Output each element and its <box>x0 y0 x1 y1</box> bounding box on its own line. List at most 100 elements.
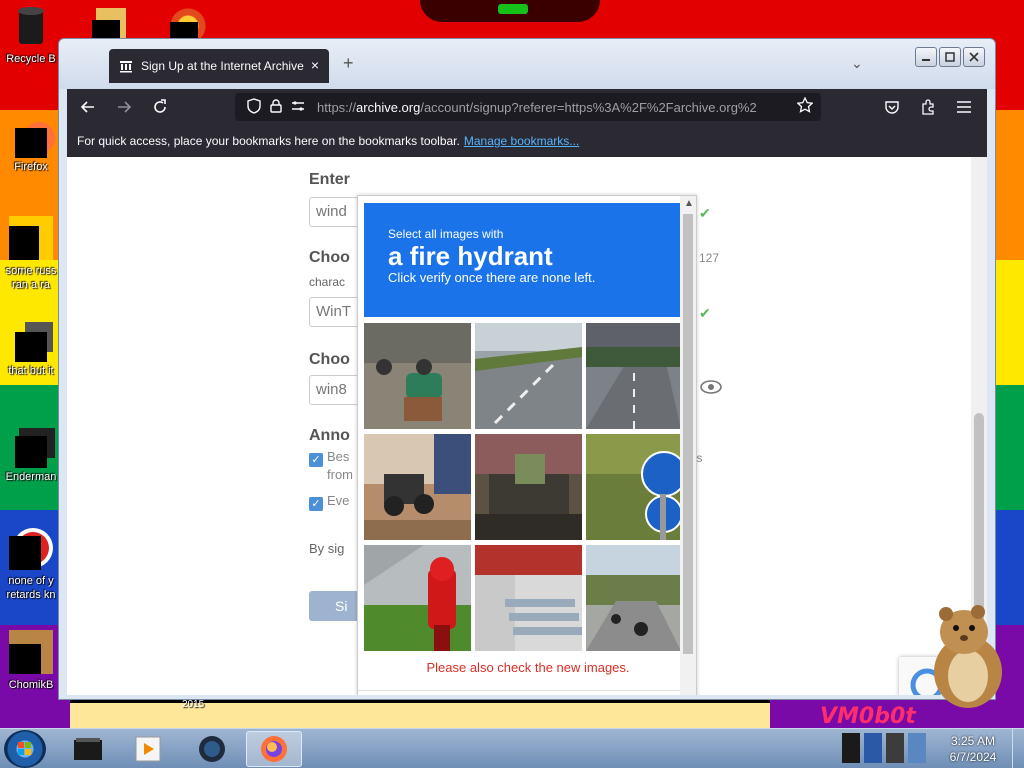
media-player-icon <box>135 736 161 762</box>
wallpaper-eyes <box>498 4 528 14</box>
captcha-image-grid <box>364 323 687 651</box>
desktop-icon-chomikb[interactable]: ChomikB <box>0 630 62 692</box>
desktop-icon-that-but[interactable]: that but it <box>0 322 62 378</box>
windows-logo-icon <box>18 742 31 755</box>
minimize-button[interactable] <box>915 47 937 67</box>
desktop-icon-label: Recycle B <box>6 53 56 65</box>
newsletter-label: Bes <box>327 449 350 464</box>
desktop-icon-none-of[interactable]: none of y retards kn <box>0 526 62 602</box>
reload-icon <box>154 99 166 113</box>
back-arrow-icon <box>80 101 94 113</box>
minimize-icon <box>922 59 930 61</box>
taskbar: 3:25 AM 6/7/2024 <box>0 728 1024 768</box>
start-button[interactable] <box>4 730 46 768</box>
permissions-icon[interactable] <box>287 99 309 115</box>
captcha-error-message: Please also check the new images. <box>426 660 630 675</box>
bookmarks-message: For quick access, place your bookmarks h… <box>77 134 460 148</box>
forward-button[interactable] <box>109 93 139 121</box>
desktop-icon-label: Firefox <box>14 161 48 173</box>
browser-window: Sign Up at the Internet Archive × + ⌄ ht… <box>58 38 996 700</box>
captcha-header: Select all images with a fire hydrant Cl… <box>364 203 680 317</box>
form-label-email: Enter <box>309 171 350 188</box>
captcha-tile[interactable] <box>586 545 693 651</box>
newsletter-checkbox[interactable]: ✓ <box>309 453 323 467</box>
page-content: Enter wind ✔ Choo charac o 127 WinT ✔ Ch… <box>67 157 987 695</box>
menu-icon[interactable] <box>951 93 977 121</box>
wallpaper-face <box>420 0 600 22</box>
desktop-icon-enderman[interactable]: Enderman <box>0 428 62 484</box>
app-icon <box>9 526 53 570</box>
firefox-icon <box>15 118 55 158</box>
reload-button[interactable] <box>145 93 175 121</box>
taskbar-item-app3[interactable] <box>184 731 240 767</box>
captcha-tile[interactable] <box>475 434 582 540</box>
tab-sign-up[interactable]: Sign Up at the Internet Archive × <box>109 49 329 83</box>
new-tab-button[interactable]: + <box>343 53 354 74</box>
scroll-up-icon[interactable]: ▲ <box>684 198 694 209</box>
form-label-password: Choo <box>309 351 350 368</box>
url-text[interactable]: https://archive.org/account/signup?refer… <box>317 100 777 115</box>
tab-title: Sign Up at the Internet Archive <box>141 59 304 73</box>
list-tabs-button[interactable]: ⌄ <box>851 55 863 72</box>
file-icon <box>9 216 53 260</box>
window-controls <box>915 47 985 67</box>
show-desktop-button[interactable] <box>1012 729 1024 768</box>
title-bar[interactable]: Sign Up at the Internet Archive × + ⌄ <box>59 39 995 89</box>
show-password-eye-icon[interactable] <box>699 379 723 399</box>
clock-date: 6/7/2024 <box>949 750 997 764</box>
desktop-icon-label: that but it <box>8 365 54 377</box>
captcha-tile[interactable] <box>364 545 471 651</box>
captcha-tile[interactable] <box>475 545 582 651</box>
manage-bookmarks-link[interactable]: Manage bookmarks... <box>464 134 579 148</box>
maximize-icon <box>945 52 955 62</box>
hamster-icon <box>9 630 53 674</box>
lock-icon[interactable] <box>265 98 287 116</box>
desktop-icon-some-russ[interactable]: some russ ran a ra <box>0 216 62 292</box>
navigation-toolbar: https://archive.org/account/signup?refer… <box>67 89 987 125</box>
close-tab-icon[interactable]: × <box>311 57 319 73</box>
newsletter-label-2: from <box>327 467 353 482</box>
desktop-icon-label: ChomikB <box>8 679 54 691</box>
captcha-vertical-scrollbar[interactable]: ▲ ▼ <box>680 196 696 695</box>
taskbar-item-media[interactable] <box>120 731 176 767</box>
captcha-tile[interactable] <box>586 434 693 540</box>
pocket-icon[interactable] <box>879 93 905 121</box>
enderman-icon <box>15 428 55 468</box>
shield-icon[interactable] <box>243 97 265 117</box>
tray-monitor-icon[interactable] <box>886 733 904 763</box>
email-valid-icon: ✔ <box>699 205 711 221</box>
desktop-icon-recycle-bin[interactable]: Recycle B <box>0 6 62 66</box>
back-button[interactable] <box>73 93 103 121</box>
tray-flag-icon[interactable] <box>842 733 860 763</box>
system-tray <box>842 733 926 763</box>
captcha-tile[interactable] <box>364 323 471 429</box>
taskbar-item-app1[interactable] <box>60 731 116 767</box>
tray-network-icon[interactable] <box>908 733 926 763</box>
captcha-header-instructions: Click verify once there are none left. <box>388 270 596 285</box>
maximize-button[interactable] <box>939 47 961 67</box>
taskbar-clock[interactable]: 3:25 AM 6/7/2024 <box>940 733 1006 765</box>
tray-shield-icon[interactable] <box>864 733 882 763</box>
folder-icon <box>15 322 53 362</box>
app-window-icon <box>74 738 102 760</box>
captcha-tile[interactable] <box>586 323 693 429</box>
archive-icon <box>120 61 132 73</box>
events-checkbox[interactable]: ✓ <box>309 497 323 511</box>
toolbar-right <box>879 93 977 121</box>
forward-arrow-icon <box>118 101 132 113</box>
scroll-thumb[interactable] <box>683 214 693 654</box>
desktop-icon-firefox[interactable]: Firefox <box>0 118 62 174</box>
wallpaper-vm-text: VM0b0t <box>820 704 916 729</box>
captcha-tile[interactable] <box>475 323 582 429</box>
captcha-footer <box>358 690 696 695</box>
extensions-icon[interactable] <box>915 93 941 121</box>
desktop-icon-label: Enderman <box>5 471 57 483</box>
taskbar-item-firefox[interactable] <box>246 731 302 767</box>
close-window-button[interactable] <box>963 47 985 67</box>
bookmark-star-icon[interactable] <box>796 96 814 118</box>
captcha-tile[interactable] <box>364 434 471 540</box>
desktop-icon-label: some russ ran a ra <box>5 265 57 291</box>
url-bar[interactable]: https://archive.org/account/signup?refer… <box>235 93 821 121</box>
wallpaper-bottom-art <box>70 700 770 728</box>
wallpaper-year: 2015 <box>182 699 205 710</box>
